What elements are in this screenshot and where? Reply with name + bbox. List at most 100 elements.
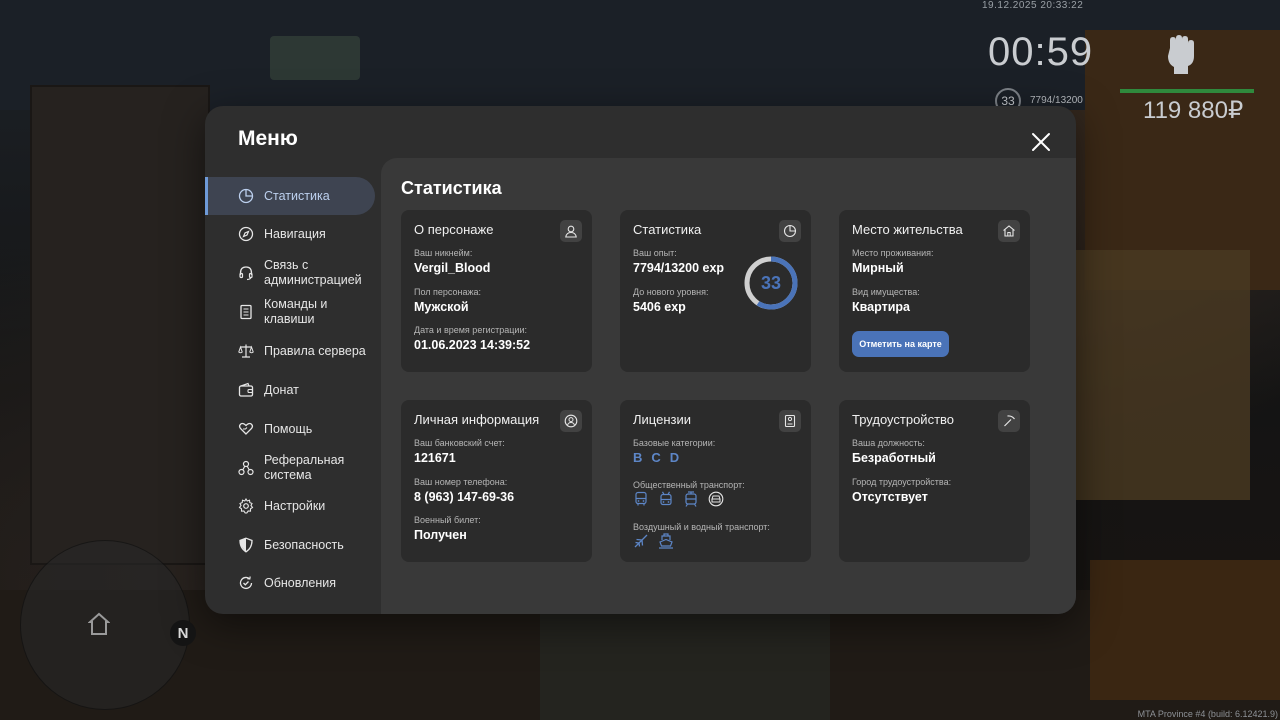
personal-info-card: Личная информация Ваш банковский счет: 1… [401,400,592,562]
user-circle-icon [560,410,582,432]
category-badge: B [633,450,643,465]
sidebar-item-updates[interactable]: Обновления [205,564,375,602]
military-id-label: Военный билет: [414,515,481,525]
sidebar-item-label: Правила сервера [264,343,366,358]
menu-title: Меню [238,127,298,150]
sidebar-item-label: Реферальная система [264,453,345,482]
sidebar-item-label: Навигация [264,226,326,241]
taxi-icon [708,491,724,507]
background-crate [1090,560,1280,700]
level-value: 33 [761,273,781,293]
exp-value: 7794/13200 exp [633,261,725,275]
nickname-value: Vergil_Blood [414,261,491,275]
sidebar-item-label: Обновления [264,575,336,590]
card-title: О персонаже [414,222,494,237]
hud-datetime: 19.12.2025 20:33:22 [982,0,1084,11]
basic-categories: B C D [633,450,679,465]
sidebar-item-label: Безопасность [264,537,344,552]
card-title: Трудоустройство [852,412,955,427]
sidebar-item-contact-admin[interactable]: Связь с администрацией [205,254,375,292]
heart-hand-icon [238,422,254,435]
sidebar-item-label: Статистика [264,188,330,203]
background-character [540,600,830,720]
sidebar: Статистика Навигация Связь с администрац… [205,176,381,614]
shield-icon [239,537,253,553]
property-type-label: Вид имущества: [852,287,920,297]
licenses-card: Лицензии Базовые категории: B C D Общест… [620,400,811,562]
background-door [30,85,210,565]
sidebar-item-label: Помощь [264,421,313,436]
page-title: Статистика [401,178,502,198]
gear-icon [238,498,254,514]
registration-label: Дата и время регистрации: [414,325,527,335]
category-badge: D [669,450,680,465]
gender-label: Пол персонажа: [414,287,482,297]
network-icon [238,460,254,476]
sidebar-item-security[interactable]: Безопасность [205,526,375,564]
build-info: MTA Province #4 (build: 6.12421.9) [1137,709,1278,719]
license-card-icon [779,410,801,432]
air-water-transport-icons [633,533,674,549]
category-badge: C [651,450,661,465]
sidebar-item-label: Настройки [264,498,326,513]
card-title: Место жительства [852,222,963,237]
refresh-check-icon [239,576,253,590]
sidebar-item-navigation[interactable]: Навигация [205,215,375,253]
gender-value: Мужской [414,300,469,314]
pie-chart-icon [779,220,801,242]
home-icon [998,220,1020,242]
document-icon [240,304,252,320]
sidebar-item-label: Команды и клавиши [264,297,328,326]
next-level-value: 5406 exp [633,300,686,314]
sidebar-item-referral[interactable]: Реферальная система [205,449,375,487]
employment-city-value: Отсутствует [852,490,928,504]
military-id-value: Получен [414,528,467,542]
hud-time: 00:59 [988,30,1094,74]
position-value: Безработный [852,451,936,465]
background-sign [270,36,360,80]
sidebar-item-donate[interactable]: Донат [205,371,375,409]
employment-card: Трудоустройство Ваша должность: Безработ… [839,400,1030,562]
public-transport-label: Общественный транспорт: [633,480,745,490]
residence-place-label: Место проживания: [852,248,934,258]
stats-card: Статистика Ваш опыт: 7794/13200 exp До н… [620,210,811,372]
air-water-transport-label: Воздушный и водный транспорт: [633,522,770,532]
residence-card: Место жительства Место проживания: Мирны… [839,210,1030,372]
card-title: Лицензии [633,412,691,427]
scales-icon [238,344,254,358]
bus-icon [635,491,647,506]
sidebar-item-label: Связь с администрацией [264,258,362,287]
close-icon[interactable] [1027,128,1055,156]
content-panel: Статистика О персонаже Ваш никнейм: Verg… [381,158,1076,614]
phone-label: Ваш номер телефона: [414,477,508,487]
hud-health-bar [1120,89,1254,93]
compass-north: N [170,620,196,646]
home-marker-icon [88,612,110,635]
residence-place-value: Мирный [852,261,904,275]
sidebar-item-rules[interactable]: Правила сервера [205,332,375,370]
hud-exp: 7794/13200 [1030,95,1083,106]
boat-icon [659,533,673,549]
mark-on-map-button[interactable]: Отметить на карте [852,331,949,357]
basic-categories-label: Базовые категории: [633,438,716,448]
sidebar-item-help[interactable]: Помощь [205,410,375,448]
sidebar-item-statistics[interactable]: Статистика [205,177,375,215]
sidebar-item-settings[interactable]: Настройки [205,487,375,525]
tram-icon [685,491,697,507]
user-icon [560,220,582,242]
pickaxe-icon [998,410,1020,432]
property-type-value: Квартира [852,300,910,314]
card-title: Личная информация [414,412,540,427]
sidebar-item-label: Донат [264,382,299,397]
position-label: Ваша должность: [852,438,925,448]
registration-value: 01.06.2023 14:39:52 [414,338,531,352]
compass-icon [238,226,254,242]
character-card: О персонаже Ваш никнейм: Vergil_Blood По… [401,210,592,372]
sidebar-item-commands[interactable]: Команды и клавиши [205,293,375,331]
phone-value: 8 (963) 147-69-36 [414,490,515,504]
headset-icon [239,266,253,281]
fist-icon [1168,35,1194,74]
wallet-icon [238,382,254,397]
level-progress-ring: 33 [744,256,798,310]
card-title: Статистика [633,222,702,237]
